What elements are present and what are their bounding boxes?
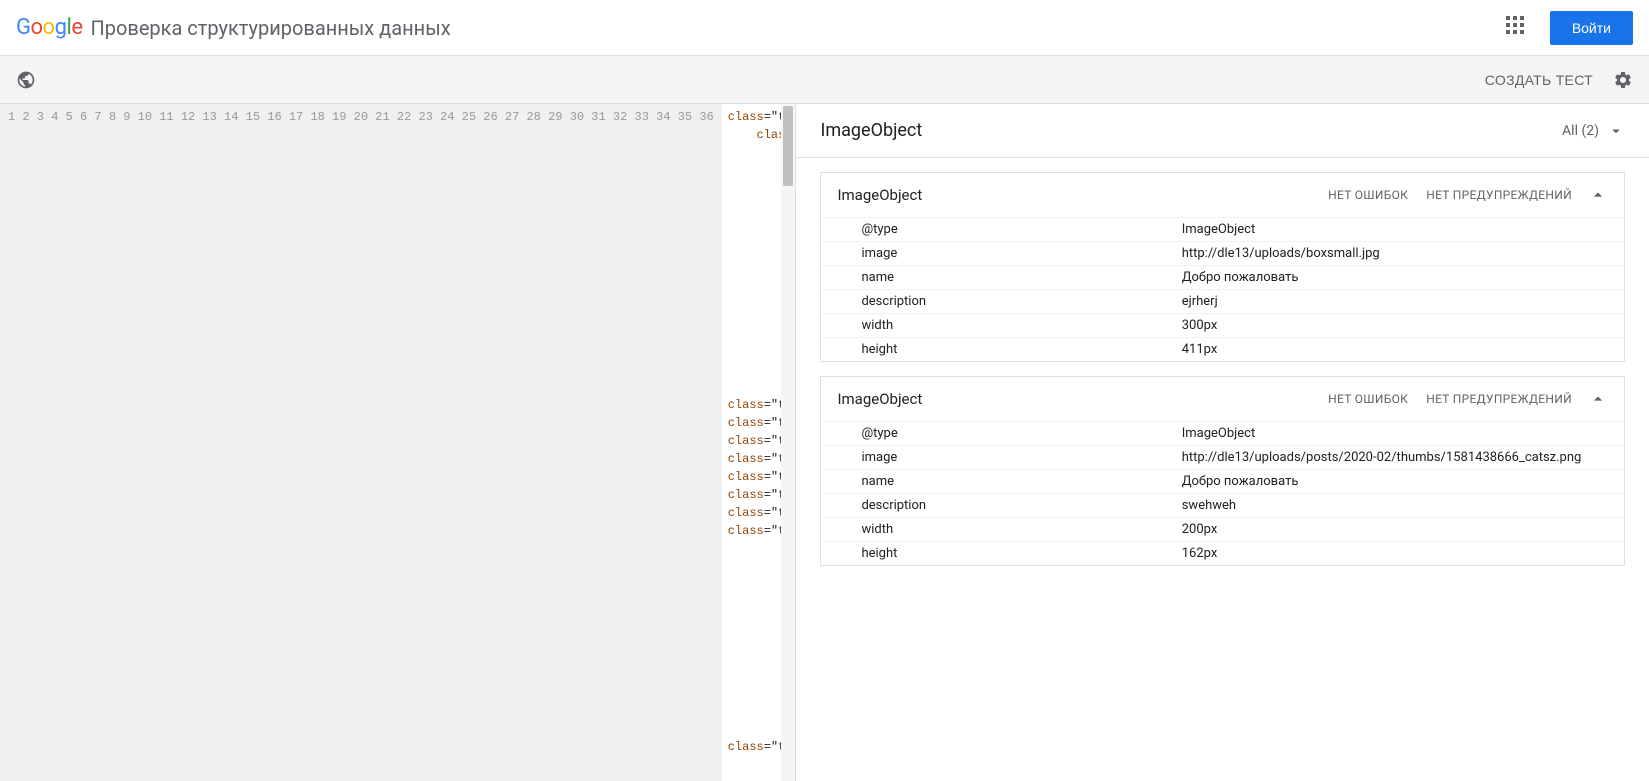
property-row[interactable]: nameДобро пожаловать xyxy=(821,469,1624,493)
scrollbar[interactable] xyxy=(781,104,795,781)
app-title: Проверка структурированных данных xyxy=(90,16,450,40)
globe-icon[interactable] xyxy=(16,70,36,90)
chevron-up-icon xyxy=(1588,185,1608,205)
property-key: @type xyxy=(861,426,1181,441)
property-value: 411px xyxy=(1182,342,1624,357)
code-panel: 1 2 3 4 5 6 7 8 9 10 11 12 13 14 15 16 1… xyxy=(0,104,796,781)
property-key: description xyxy=(861,294,1181,309)
property-value: 300px xyxy=(1182,318,1624,333)
property-row[interactable]: imagehttp://dle13/uploads/posts/2020-02/… xyxy=(821,445,1624,469)
property-table: @typeImageObjectimagehttp://dle13/upload… xyxy=(821,217,1624,361)
result-item: ImageObject НЕТ ОШИБОК НЕТ ПРЕДУПРЕЖДЕНИЙ @… xyxy=(820,376,1625,566)
property-row[interactable]: width200px xyxy=(821,517,1624,541)
property-row[interactable]: nameДобро пожаловать xyxy=(821,265,1624,289)
property-value: Добро пожаловать xyxy=(1182,270,1624,285)
status-no-errors: НЕТ ОШИБОК xyxy=(1328,392,1408,406)
gear-icon[interactable] xyxy=(1613,70,1633,90)
results-header: ImageObject All (2) xyxy=(796,104,1649,158)
results-panel: ImageObject All (2) ImageObject НЕТ ОШИБО… xyxy=(796,104,1649,781)
chevron-up-icon xyxy=(1588,389,1608,409)
result-item-title: ImageObject xyxy=(837,390,922,408)
property-key: width xyxy=(861,318,1181,333)
property-row[interactable]: height411px xyxy=(821,337,1624,361)
property-key: height xyxy=(861,342,1181,357)
property-key: description xyxy=(861,498,1181,513)
results-filter-dropdown[interactable]: All (2) xyxy=(1562,122,1625,140)
property-value: http://dle13/uploads/boxsmall.jpg xyxy=(1182,246,1624,261)
signin-button[interactable]: Войти xyxy=(1550,11,1633,45)
property-key: width xyxy=(861,522,1181,537)
status-no-errors: НЕТ ОШИБОК xyxy=(1328,188,1408,202)
property-key: @type xyxy=(861,222,1181,237)
property-value: 200px xyxy=(1182,522,1624,537)
results-filter-label: All (2) xyxy=(1562,123,1599,139)
property-value: Добро пожаловать xyxy=(1182,474,1624,489)
property-value: http://dle13/uploads/posts/2020-02/thumb… xyxy=(1182,450,1624,465)
property-key: height xyxy=(861,546,1181,561)
property-row[interactable]: descriptionejrherj xyxy=(821,289,1624,313)
result-item-header[interactable]: ImageObject НЕТ ОШИБОК НЕТ ПРЕДУПРЕЖДЕНИЙ xyxy=(821,173,1624,217)
property-row[interactable]: imagehttp://dle13/uploads/boxsmall.jpg xyxy=(821,241,1624,265)
property-value: ejrherj xyxy=(1182,294,1624,309)
apps-icon[interactable] xyxy=(1506,16,1530,40)
result-item-title: ImageObject xyxy=(837,186,922,204)
property-row[interactable]: @typeImageObject xyxy=(821,421,1624,445)
property-value: swehweh xyxy=(1182,498,1624,513)
property-value: ImageObject xyxy=(1182,426,1624,441)
property-row[interactable]: height162px xyxy=(821,541,1624,565)
header: Google Проверка структурированных данных… xyxy=(0,0,1649,56)
result-item-header[interactable]: ImageObject НЕТ ОШИБОК НЕТ ПРЕДУПРЕЖДЕНИЙ xyxy=(821,377,1624,421)
property-value: 162px xyxy=(1182,546,1624,561)
main: 1 2 3 4 5 6 7 8 9 10 11 12 13 14 15 16 1… xyxy=(0,104,1649,781)
scrollbar-thumb[interactable] xyxy=(783,106,793,186)
new-test-button[interactable]: СОЗДАТЬ ТЕСТ xyxy=(1485,72,1593,88)
logo[interactable]: Google Проверка структурированных данных xyxy=(16,15,451,40)
property-row[interactable]: width300px xyxy=(821,313,1624,337)
status-no-warnings: НЕТ ПРЕДУПРЕЖДЕНИЙ xyxy=(1426,188,1572,202)
toolbar: СОЗДАТЬ ТЕСТ xyxy=(0,56,1649,104)
property-key: image xyxy=(861,246,1181,261)
chevron-down-icon xyxy=(1607,122,1625,140)
google-logo: Google xyxy=(16,15,82,40)
property-value: ImageObject xyxy=(1182,222,1624,237)
property-key: image xyxy=(861,450,1181,465)
property-row[interactable]: descriptionswehweh xyxy=(821,493,1624,517)
status-no-warnings: НЕТ ПРЕДУПРЕЖДЕНИЙ xyxy=(1426,392,1572,406)
line-gutter: 1 2 3 4 5 6 7 8 9 10 11 12 13 14 15 16 1… xyxy=(0,104,722,781)
property-row[interactable]: @typeImageObject xyxy=(821,217,1624,241)
property-table: @typeImageObjectimagehttp://dle13/upload… xyxy=(821,421,1624,565)
property-key: name xyxy=(861,474,1181,489)
property-key: name xyxy=(861,270,1181,285)
results-title: ImageObject xyxy=(820,120,922,141)
result-item: ImageObject НЕТ ОШИБОК НЕТ ПРЕДУПРЕЖДЕНИЙ @… xyxy=(820,172,1625,362)
